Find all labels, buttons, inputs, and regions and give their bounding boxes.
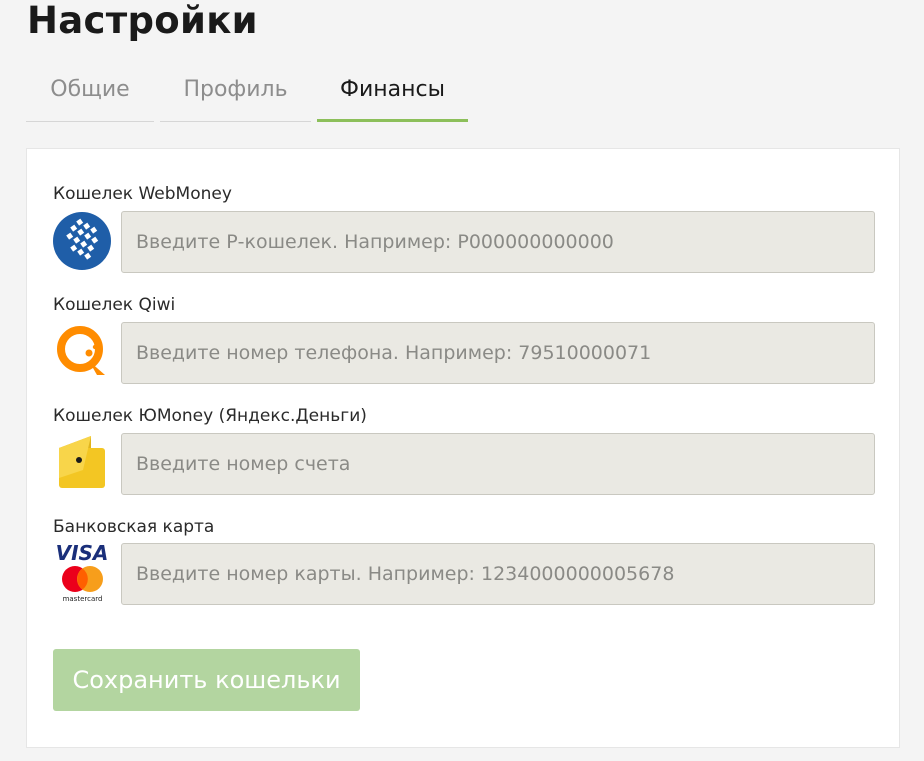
webmoney-input[interactable] xyxy=(121,211,875,273)
tab-general-label: Общие xyxy=(50,77,130,102)
wallets-panel: Кошелек WebMoney Кошелек Qiwi Кошелек xyxy=(26,148,900,748)
mastercard-logo-text: mastercard xyxy=(63,595,103,603)
bank-card-input[interactable] xyxy=(121,543,875,605)
qiwi-input[interactable] xyxy=(121,322,875,384)
yoomoney-icon xyxy=(59,436,105,488)
webmoney-label: Кошелек WebMoney xyxy=(53,184,232,204)
tab-profile-label: Профиль xyxy=(183,77,288,102)
yoomoney-input[interactable] xyxy=(121,433,875,495)
yoomoney-label: Кошелек ЮMoney (Яндекс.Деньги) xyxy=(53,406,367,426)
qiwi-icon xyxy=(57,326,105,375)
visa-logo-text: VISA xyxy=(56,541,109,565)
qiwi-label: Кошелек Qiwi xyxy=(53,295,176,315)
webmoney-icon xyxy=(53,212,111,270)
page-title: Настройки xyxy=(27,0,258,42)
visa-mastercard-icon: VISA mastercard xyxy=(53,541,111,605)
tab-finance[interactable]: Финансы xyxy=(317,74,468,122)
save-wallets-button[interactable]: Сохранить кошельки xyxy=(53,649,360,711)
tab-finance-label: Финансы xyxy=(340,77,445,102)
bank-card-label: Банковская карта xyxy=(53,517,215,537)
tab-general[interactable]: Общие xyxy=(26,74,154,122)
tab-profile[interactable]: Профиль xyxy=(160,74,311,122)
